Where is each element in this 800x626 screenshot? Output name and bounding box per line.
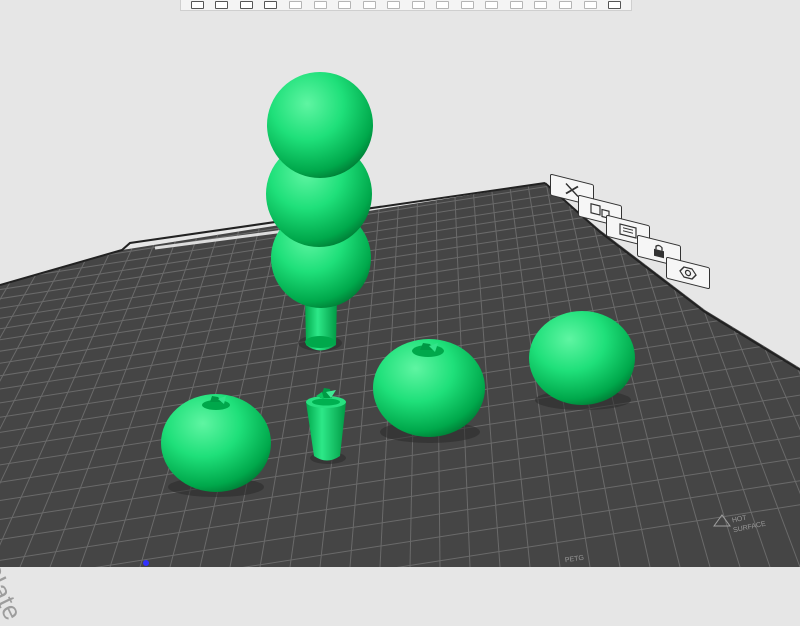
orient-icon[interactable] xyxy=(239,1,253,9)
orient-icon xyxy=(619,223,637,239)
apple-model-left[interactable] xyxy=(161,394,271,492)
split-objects-icon[interactable] xyxy=(288,1,302,9)
add-object-icon[interactable] xyxy=(190,1,204,9)
scale-icon[interactable] xyxy=(411,1,425,9)
3d-viewport[interactable]: ured PEI Plate HOT SURFACE PETG xyxy=(0,0,800,625)
arrange-icon[interactable] xyxy=(264,1,278,9)
add-plate-icon[interactable] xyxy=(215,1,229,9)
support-paint-icon[interactable] xyxy=(509,1,523,9)
rotate-icon[interactable] xyxy=(387,1,401,9)
cut-icon[interactable] xyxy=(460,1,474,9)
variable-layer-icon[interactable] xyxy=(338,1,352,9)
measure-icon[interactable] xyxy=(583,1,597,9)
color-paint-icon[interactable] xyxy=(558,1,572,9)
plate-settings-button[interactable] xyxy=(666,256,710,290)
gear-icon xyxy=(679,266,697,280)
mesh-boolean-icon[interactable] xyxy=(485,1,499,9)
split-parts-icon[interactable] xyxy=(313,1,327,9)
top-toolbar xyxy=(180,0,632,11)
seam-paint-icon[interactable] xyxy=(534,1,548,9)
axis-origin-marker xyxy=(143,560,149,566)
lay-on-face-icon[interactable] xyxy=(436,1,450,9)
move-icon[interactable] xyxy=(362,1,376,9)
assembly-view-icon[interactable] xyxy=(608,1,622,9)
sphere-model-right[interactable] xyxy=(529,311,635,405)
apple-model-center[interactable] xyxy=(373,339,485,437)
